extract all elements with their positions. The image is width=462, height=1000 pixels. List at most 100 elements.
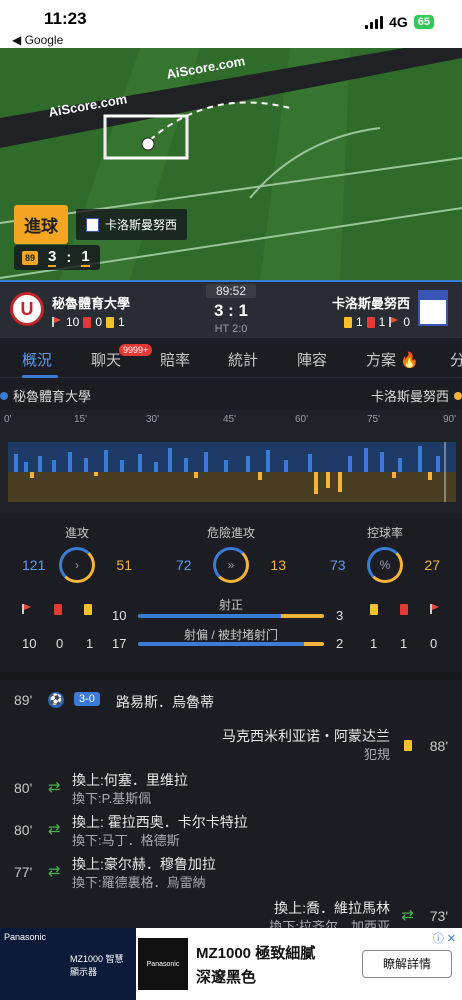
match-score: 3 : 1 bbox=[213, 301, 249, 320]
mini-separator: : bbox=[66, 249, 72, 266]
section-divider bbox=[0, 672, 462, 680]
tick-30: 30' bbox=[146, 414, 160, 425]
kpi-attack-away: 51 bbox=[116, 557, 132, 573]
ad-title: MZ1000 極致細膩 bbox=[196, 945, 316, 962]
event-minute: 73' bbox=[429, 908, 448, 924]
scoreboard: U 秘魯體育大學 10 0 1 89:52 3 : 1 HT 2:0 卡洛斯曼努… bbox=[0, 280, 462, 338]
kpi-danger-home: 72 bbox=[176, 557, 192, 573]
percent-icon: % bbox=[367, 547, 403, 583]
kpi-possession-home: 73 bbox=[330, 557, 346, 573]
home-yellow-count: 1 bbox=[86, 636, 94, 651]
away-yellow-count: 1 bbox=[370, 636, 378, 651]
team-legend: 秘魯體育大學 卡洛斯曼努西 bbox=[0, 382, 462, 406]
tab-stats[interactable]: 統計 bbox=[228, 349, 258, 370]
signal-icon bbox=[365, 15, 384, 29]
tab-chat[interactable]: 聊天 bbox=[91, 349, 121, 370]
home-red-cards: 0 bbox=[95, 315, 103, 329]
off-target-fill bbox=[138, 642, 304, 646]
back-to-google-link[interactable]: ◀ Google bbox=[12, 33, 63, 47]
momentum-timeline[interactable]: 0' 15' 30' 45' 60' 75' 90' bbox=[0, 410, 462, 514]
away-team-crest[interactable] bbox=[418, 290, 448, 326]
home-corners: 10 bbox=[66, 315, 80, 329]
tick-15: 15' bbox=[74, 414, 88, 425]
mini-scoreboard: 89 3 : 1 bbox=[14, 245, 100, 270]
home-legend: 秘魯體育大學 bbox=[0, 386, 91, 405]
home-color-dot bbox=[0, 391, 8, 400]
chat-badge: 9999+ bbox=[119, 344, 153, 356]
status-indicators: 4G 65 bbox=[365, 14, 434, 30]
kpi-danger-away: 13 bbox=[270, 557, 286, 573]
tick-90: 90' bbox=[443, 414, 457, 425]
tab-lineup[interactable]: 陣容 bbox=[297, 349, 327, 370]
home-corners-count: 10 bbox=[22, 636, 37, 651]
tab-odds[interactable]: 賠率 bbox=[160, 349, 190, 370]
event-minute: 89' bbox=[14, 692, 33, 708]
event-player: 路易斯．烏魯蒂 bbox=[116, 694, 214, 710]
red-card-icon bbox=[366, 316, 375, 328]
battery-icon: 65 bbox=[413, 15, 434, 29]
away-team-stats: 1 1 0 bbox=[343, 315, 410, 329]
ad-logo: Panasonic bbox=[138, 938, 188, 990]
ad-close-icon[interactable]: ⓘ ✕ bbox=[433, 930, 456, 946]
away-legend-name: 卡洛斯曼努西 bbox=[370, 389, 449, 404]
mini-minute: 89 bbox=[22, 250, 39, 265]
sub-out: 換下:P.基斯佩 bbox=[72, 791, 152, 806]
kpi-attack: 進攻 121 › 51 bbox=[0, 524, 154, 583]
goal-label: 進球 bbox=[14, 205, 68, 244]
event-note: 犯規 bbox=[363, 747, 390, 762]
mini-away-score: 1 bbox=[81, 248, 90, 267]
on-target-fill bbox=[138, 614, 282, 618]
on-target-bar bbox=[138, 614, 324, 618]
tab-overview[interactable]: 概況 bbox=[22, 349, 52, 370]
kpi-danger: 危險進攻 72 » 13 bbox=[154, 524, 308, 583]
away-team-name[interactable]: 卡洛斯曼努西 bbox=[332, 293, 410, 312]
ad-banner[interactable]: Panasonic MZ1000 智慧顯示器 Panasonic MZ1000 … bbox=[0, 928, 462, 1000]
football-icon: ⚽ bbox=[48, 692, 64, 708]
away-red-count: 1 bbox=[400, 636, 408, 651]
kpi-danger-title: 危險進攻 bbox=[206, 526, 255, 540]
substitution-icon: ⇄ bbox=[48, 779, 61, 796]
corner-flag-icon bbox=[52, 317, 62, 327]
off-target-home: 17 bbox=[112, 636, 127, 651]
kpi-row: 進攻 121 › 51 危險進攻 72 » 13 控球率 73 % 27 bbox=[0, 524, 462, 584]
kpi-possession-title: 控球率 bbox=[366, 526, 403, 540]
sub-in: 換上:豪尔赫．穆鲁加拉 bbox=[72, 856, 216, 872]
away-yellow-cards: 1 bbox=[355, 315, 363, 329]
tab-plan[interactable]: 方案 🔥 bbox=[366, 349, 419, 370]
corner-flag-icon bbox=[389, 317, 399, 327]
home-red-count: 0 bbox=[56, 636, 64, 651]
clock: 11:23 bbox=[44, 9, 87, 28]
shots-section: 射正 10 3 射偏 / 被封堵射门 10 0 1 17 2 1 1 0 bbox=[0, 594, 462, 658]
goal-team: 卡洛斯曼努西 bbox=[76, 209, 188, 240]
match-animation[interactable]: AiScore.com AiScore.com 進球 卡洛斯曼努西 89 3 :… bbox=[0, 48, 462, 280]
sub-in: 換上:喬．維拉馬林 bbox=[274, 900, 390, 916]
sub-in: 換上:何塞．里维拉 bbox=[72, 772, 188, 788]
event-player: 马克西米利亚诺・阿蒙达兰 bbox=[222, 728, 390, 744]
substitution-icon: ⇄ bbox=[48, 863, 61, 880]
halftime-score: HT 2:0 bbox=[214, 323, 248, 335]
kpi-attack-title: 進攻 bbox=[64, 526, 89, 540]
ad-product-text: MZ1000 智慧顯示器 bbox=[70, 954, 124, 977]
yellow-card-icon bbox=[343, 316, 352, 328]
off-target-bar bbox=[138, 642, 324, 646]
ad-learn-more-button[interactable]: 瞭解詳情 bbox=[362, 950, 452, 978]
status-bar: 11:23 ◀ Google 4G 65 bbox=[0, 0, 462, 48]
event-minute: 80' bbox=[14, 822, 33, 838]
tick-60: 60' bbox=[295, 414, 309, 425]
timeline-ticks: 0' 15' 30' 45' 60' 75' 90' bbox=[0, 414, 462, 426]
chevron-right-icon: › bbox=[59, 547, 95, 583]
kpi-possession-away: 27 bbox=[424, 557, 440, 573]
away-corners-count: 0 bbox=[430, 636, 438, 651]
match-clock: 89:52 bbox=[206, 284, 256, 298]
home-yellow-cards: 1 bbox=[118, 315, 125, 329]
goal-team-name: 卡洛斯曼努西 bbox=[105, 218, 178, 232]
network-label: 4G bbox=[389, 14, 408, 30]
ad-image[interactable]: Panasonic MZ1000 智慧顯示器 bbox=[0, 928, 136, 1000]
tab-more[interactable]: 分 bbox=[450, 349, 462, 370]
sub-out: 換下:羅德裏格．烏雷納 bbox=[72, 875, 206, 890]
away-corners: 0 bbox=[403, 315, 410, 329]
home-team-name[interactable]: 秘魯體育大學 bbox=[52, 293, 130, 312]
home-team-crest[interactable]: U bbox=[10, 292, 44, 326]
ad-brand: Panasonic bbox=[4, 932, 47, 942]
team-crest-icon bbox=[86, 217, 99, 232]
